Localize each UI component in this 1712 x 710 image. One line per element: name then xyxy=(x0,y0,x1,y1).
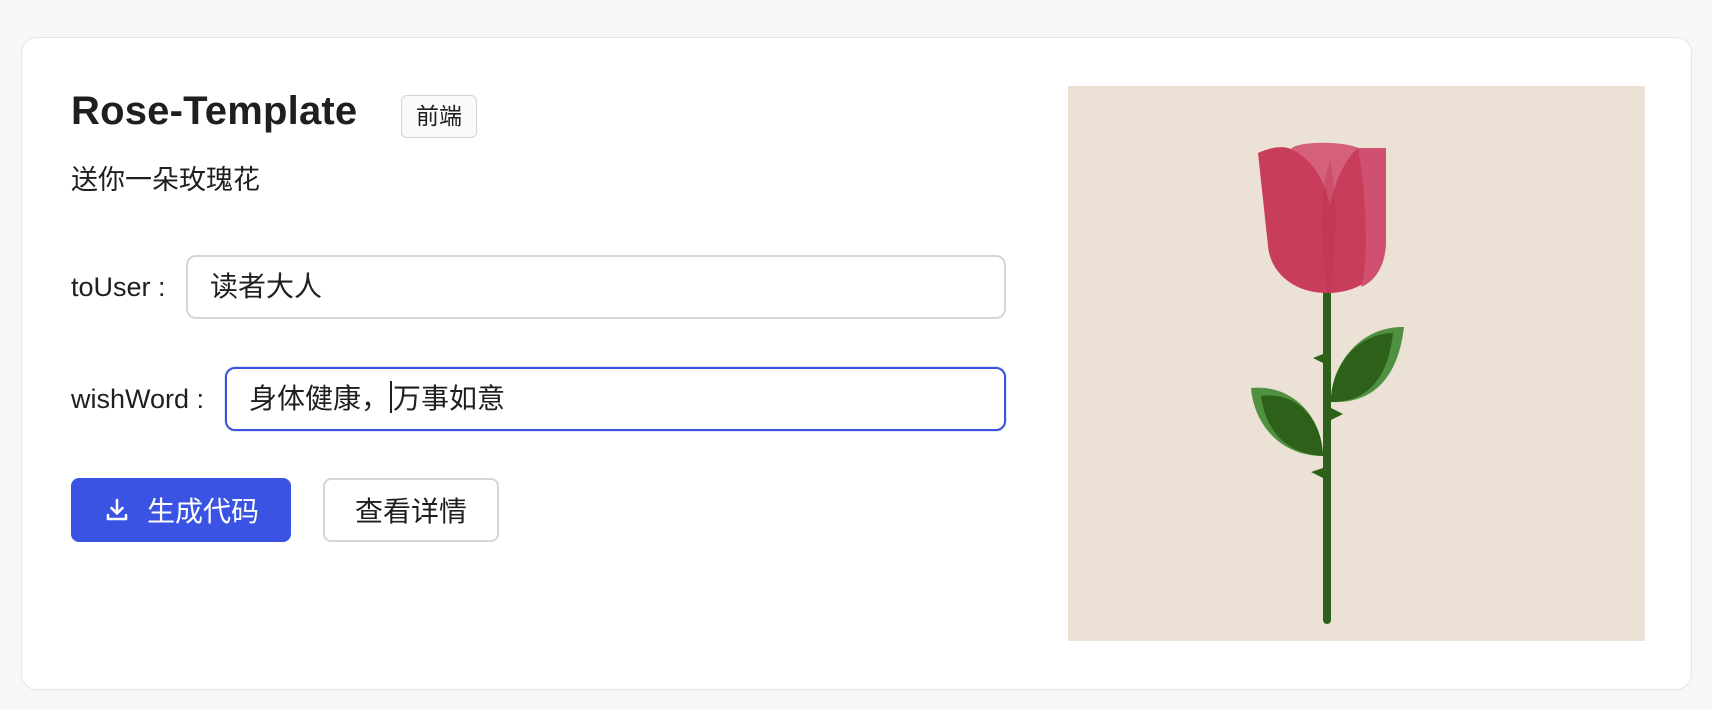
wish-word-label: wishWord : xyxy=(71,384,205,414)
generate-code-label: 生成代码 xyxy=(146,495,259,528)
rose-illustration xyxy=(1251,142,1404,624)
to-user-input[interactable]: 读者大人 xyxy=(186,255,1006,319)
to-user-value: 读者大人 xyxy=(210,270,323,303)
generate-code-button[interactable]: 生成代码 xyxy=(71,478,291,542)
wish-word-value-after-caret: 万事如意 xyxy=(393,382,506,415)
template-description: 送你一朵玫瑰花 xyxy=(71,165,260,195)
rose-preview xyxy=(1068,86,1645,641)
template-card: Rose-Template 前端 送你一朵玫瑰花 toUser : 读者大人 w… xyxy=(21,37,1692,690)
rose-head xyxy=(1258,142,1386,293)
thorn xyxy=(1313,354,1323,363)
view-details-button[interactable]: 查看详情 xyxy=(323,478,499,542)
download-icon xyxy=(103,496,131,524)
thorn xyxy=(1331,408,1343,420)
rose-stem xyxy=(1323,281,1331,624)
thorn xyxy=(1311,468,1323,478)
right-leaf xyxy=(1330,326,1404,403)
wish-word-input[interactable]: 身体健康， 万事如意 xyxy=(225,367,1006,431)
view-details-label: 查看详情 xyxy=(354,495,467,528)
template-title: Rose-Template xyxy=(71,89,358,133)
left-leaf xyxy=(1251,387,1323,456)
wish-word-value-before-caret: 身体健康， xyxy=(249,382,390,415)
category-tag: 前端 xyxy=(401,95,477,138)
to-user-label: toUser : xyxy=(71,272,166,302)
text-caret xyxy=(390,381,393,413)
